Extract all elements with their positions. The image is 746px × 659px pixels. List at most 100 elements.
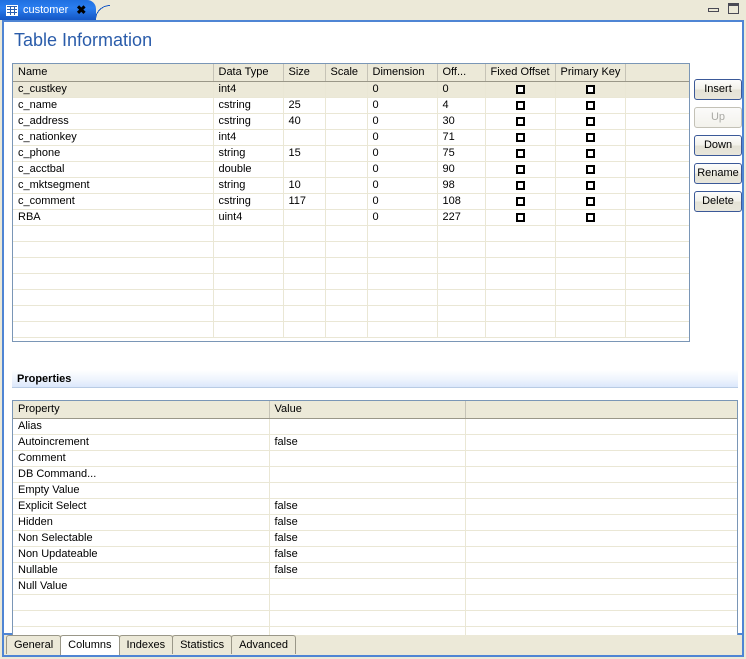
property-header-value[interactable]: Value <box>269 401 466 419</box>
column-header-primary-key[interactable]: Primary Key <box>555 64 626 82</box>
column-header-filler[interactable] <box>625 64 689 82</box>
cell-property-value[interactable] <box>269 418 466 435</box>
table-row[interactable]: c_address cstring 40 0 30 <box>13 113 689 130</box>
cell-fixed-offset[interactable] <box>485 177 556 194</box>
property-row[interactable]: Empty Value <box>13 482 737 499</box>
table-row[interactable]: c_name cstring 25 0 4 <box>13 97 689 114</box>
tab-advanced[interactable]: Advanced <box>231 635 297 654</box>
cell-fixed-offset[interactable] <box>485 81 556 98</box>
table-row-empty[interactable] <box>13 289 689 306</box>
property-row[interactable]: Hidden false <box>13 514 737 531</box>
table-row[interactable]: RBA uint4 0 227 <box>13 209 689 226</box>
tab-statistics[interactable]: Statistics <box>172 635 233 654</box>
table-row[interactable]: c_acctbal double 0 90 <box>13 161 689 178</box>
property-header-filler[interactable] <box>465 401 737 419</box>
column-header-data-type[interactable]: Data Type <box>213 64 284 82</box>
property-row[interactable]: Autoincrement false <box>13 434 737 451</box>
checkbox-unchecked-icon[interactable] <box>585 196 595 206</box>
cell-primary-key[interactable] <box>555 145 626 162</box>
cell-fixed-offset[interactable] <box>485 209 556 226</box>
property-row-empty[interactable] <box>13 594 737 611</box>
cell-property-value[interactable]: false <box>269 514 466 531</box>
property-row[interactable]: DB Command... <box>13 466 737 483</box>
cell-property-value[interactable] <box>269 578 466 595</box>
checkbox-unchecked-icon[interactable] <box>515 148 525 158</box>
property-row[interactable]: Comment <box>13 450 737 467</box>
properties-table-panel[interactable]: Property Value Alias Autoincrement false … <box>12 400 738 644</box>
table-row[interactable]: c_phone string 15 0 75 <box>13 145 689 162</box>
maximize-icon[interactable] <box>727 3 740 14</box>
cell-property-value[interactable]: false <box>269 498 466 515</box>
cell-primary-key[interactable] <box>555 209 626 226</box>
property-row[interactable]: Nullable false <box>13 562 737 579</box>
cell-property-value[interactable]: false <box>269 562 466 579</box>
cell-primary-key[interactable] <box>555 177 626 194</box>
checkbox-unchecked-icon[interactable] <box>585 180 595 190</box>
tab-columns[interactable]: Columns <box>60 635 120 655</box>
checkbox-unchecked-icon[interactable] <box>515 132 525 142</box>
checkbox-unchecked-icon[interactable] <box>585 148 595 158</box>
cell-property-value[interactable] <box>269 466 466 483</box>
column-header-name[interactable]: Name <box>13 64 214 82</box>
checkbox-unchecked-icon[interactable] <box>515 116 525 126</box>
tab-general[interactable]: General <box>6 635 62 654</box>
table-row-empty[interactable] <box>13 273 689 290</box>
property-row[interactable]: Non Updateable false <box>13 546 737 563</box>
cell-primary-key[interactable] <box>555 113 626 130</box>
checkbox-unchecked-icon[interactable] <box>585 212 595 222</box>
checkbox-unchecked-icon[interactable] <box>585 116 595 126</box>
checkbox-unchecked-icon[interactable] <box>515 164 525 174</box>
property-row[interactable]: Null Value <box>13 578 737 595</box>
cell-property-value[interactable]: false <box>269 434 466 451</box>
column-header-offset[interactable]: Off... <box>437 64 486 82</box>
column-header-scale[interactable]: Scale <box>325 64 368 82</box>
cell-fixed-offset[interactable] <box>485 193 556 210</box>
column-header-size[interactable]: Size <box>283 64 326 82</box>
cell-property-value[interactable]: false <box>269 530 466 547</box>
property-row-empty[interactable] <box>13 610 737 627</box>
delete-button[interactable]: Delete <box>694 191 742 212</box>
cell-primary-key[interactable] <box>555 129 626 146</box>
property-row[interactable]: Non Selectable false <box>13 530 737 547</box>
table-row[interactable]: c_comment cstring 117 0 108 <box>13 193 689 210</box>
cell-primary-key[interactable] <box>555 161 626 178</box>
tab-indexes[interactable]: Indexes <box>118 635 174 654</box>
table-row-empty[interactable] <box>13 321 689 338</box>
table-row-empty[interactable] <box>13 257 689 274</box>
cell-primary-key[interactable] <box>555 81 626 98</box>
checkbox-unchecked-icon[interactable] <box>515 84 525 94</box>
table-row[interactable]: c_nationkey int4 0 71 <box>13 129 689 146</box>
column-header-fixed-offset[interactable]: Fixed Offset <box>485 64 556 82</box>
cell-property-value[interactable]: false <box>269 546 466 563</box>
insert-button[interactable]: Insert <box>694 79 742 100</box>
cell-primary-key[interactable] <box>555 193 626 210</box>
cell-fixed-offset[interactable] <box>485 161 556 178</box>
table-row[interactable]: c_custkey int4 0 0 <box>13 81 689 98</box>
table-row-empty[interactable] <box>13 241 689 258</box>
table-row-empty[interactable] <box>13 225 689 242</box>
property-row[interactable]: Alias <box>13 418 737 435</box>
down-button[interactable]: Down <box>694 135 742 156</box>
checkbox-unchecked-icon[interactable] <box>515 196 525 206</box>
cell-property-value[interactable] <box>269 482 466 499</box>
table-row[interactable]: c_mktsegment string 10 0 98 <box>13 177 689 194</box>
rename-button[interactable]: Rename <box>694 163 742 184</box>
column-header-dimension[interactable]: Dimension <box>367 64 438 82</box>
checkbox-unchecked-icon[interactable] <box>585 100 595 110</box>
checkbox-unchecked-icon[interactable] <box>585 132 595 142</box>
checkbox-unchecked-icon[interactable] <box>515 100 525 110</box>
checkbox-unchecked-icon[interactable] <box>515 212 525 222</box>
cell-fixed-offset[interactable] <box>485 129 556 146</box>
cell-primary-key[interactable] <box>555 97 626 114</box>
checkbox-unchecked-icon[interactable] <box>585 84 595 94</box>
cell-fixed-offset[interactable] <box>485 97 556 114</box>
columns-table-panel[interactable]: Name Data Type Size Scale Dimension Off.… <box>12 63 690 342</box>
property-row[interactable]: Explicit Select false <box>13 498 737 515</box>
checkbox-unchecked-icon[interactable] <box>515 180 525 190</box>
cell-property-value[interactable] <box>269 450 466 467</box>
close-icon[interactable]: ✖ <box>76 4 86 16</box>
table-row-empty[interactable] <box>13 305 689 322</box>
cell-fixed-offset[interactable] <box>485 113 556 130</box>
editor-tab-customer[interactable]: customer ✖ <box>0 0 111 20</box>
property-header-property[interactable]: Property <box>13 401 270 419</box>
